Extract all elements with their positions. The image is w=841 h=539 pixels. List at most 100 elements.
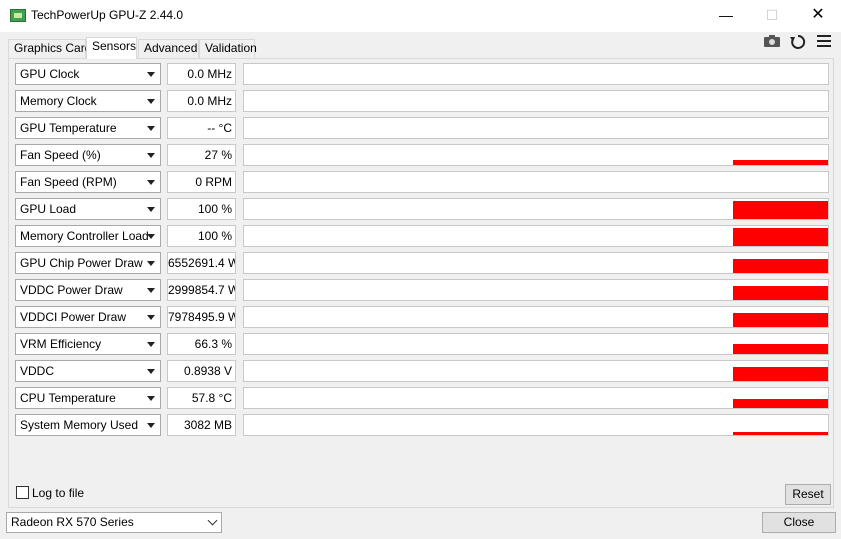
dropdown-arrow-icon (147, 180, 155, 185)
sensor-graph (243, 144, 829, 166)
sensor-value: 0.0 MHz (167, 63, 236, 85)
camera-icon[interactable] (762, 34, 782, 50)
sensor-name-dropdown[interactable]: System Memory Used (15, 414, 161, 436)
sensor-graph (243, 117, 829, 139)
sensor-value: 2999854.7 W (167, 279, 236, 301)
sensor-graph-bar (733, 201, 828, 219)
sensor-value: 6552691.4 W (167, 252, 236, 274)
dropdown-arrow-icon (147, 207, 155, 212)
sensors-panel: GPU Clock 0.0 MHz Memory Clock 0.0 MHz GPU T… (8, 58, 834, 508)
refresh-icon[interactable] (788, 34, 808, 50)
sensor-graph-bar (733, 344, 828, 354)
sensor-value: 7978495.9 W (167, 306, 236, 328)
sensor-name-dropdown[interactable]: VRM Efficiency (15, 333, 161, 355)
sensor-graph-bar (733, 399, 828, 408)
maximize-button[interactable]: ☐ (749, 0, 795, 32)
sensor-name-dropdown[interactable]: Fan Speed (RPM) (15, 171, 161, 193)
dropdown-arrow-icon (147, 261, 155, 266)
sensor-graph-bar (733, 228, 828, 246)
sensor-name-dropdown[interactable]: GPU Temperature (15, 117, 161, 139)
sensor-graph-bar (733, 259, 828, 273)
dropdown-arrow-icon (147, 126, 155, 131)
sensor-graph-bar (733, 367, 828, 381)
sensor-name: Fan Speed (RPM) (20, 175, 117, 189)
hamburger-menu-icon[interactable] (814, 34, 834, 50)
close-button[interactable]: Close (762, 512, 836, 533)
sensor-value: 66.3 % (167, 333, 236, 355)
gpu-z-app-icon (10, 9, 26, 22)
sensor-name: VDDC Power Draw (20, 283, 123, 297)
gpu-select-dropdown[interactable]: Radeon RX 570 Series (6, 512, 222, 533)
sensor-value: 100 % (167, 198, 236, 220)
sensor-graph (243, 306, 829, 328)
sensor-row: VDDCI Power Draw 7978495.9 W (15, 306, 829, 328)
sensor-graph (243, 225, 829, 247)
log-to-file-checkbox[interactable] (16, 486, 29, 499)
sensor-value: -- °C (167, 117, 236, 139)
sensor-graph (243, 414, 829, 436)
dropdown-arrow-icon (147, 315, 155, 320)
dropdown-arrow-icon (147, 369, 155, 374)
sensor-name: VRM Efficiency (20, 337, 102, 351)
sensor-graph (243, 63, 829, 85)
dropdown-arrow-icon (147, 153, 155, 158)
sensor-value: 0.8938 V (167, 360, 236, 382)
sensor-graph (243, 360, 829, 382)
reset-button[interactable]: Reset (785, 484, 831, 505)
log-to-file-label: Log to file (32, 486, 85, 500)
sensor-row: System Memory Used 3082 MB (15, 414, 829, 436)
tab-sensors[interactable]: Sensors (86, 37, 137, 59)
sensor-name: Fan Speed (%) (20, 148, 101, 162)
sensor-row: Memory Controller Load 100 % (15, 225, 829, 247)
sensor-row: Memory Clock 0.0 MHz (15, 90, 829, 112)
sensor-row: GPU Temperature -- °C (15, 117, 829, 139)
sensor-row: VDDC 0.8938 V (15, 360, 829, 382)
sensor-name: Memory Clock (20, 94, 97, 108)
sensor-row: Fan Speed (%) 27 % (15, 144, 829, 166)
dropdown-arrow-icon (147, 342, 155, 347)
dropdown-arrow-icon (147, 288, 155, 293)
title-bar: TechPowerUp GPU-Z 2.44.0 — ☐ ✕ (0, 0, 841, 32)
sensor-value: 0.0 MHz (167, 90, 236, 112)
sensor-graph (243, 279, 829, 301)
sensor-value: 0 RPM (167, 171, 236, 193)
sensor-name-dropdown[interactable]: Memory Clock (15, 90, 161, 112)
sensor-name-dropdown[interactable]: VDDC Power Draw (15, 279, 161, 301)
sensor-name-dropdown[interactable]: VDDC (15, 360, 161, 382)
tab-validation[interactable]: Validation (199, 39, 257, 58)
sensor-graph (243, 333, 829, 355)
sensor-graph-bar (733, 313, 828, 327)
chevron-down-icon (207, 515, 218, 526)
sensor-graph (243, 90, 829, 112)
window-title: TechPowerUp GPU-Z 2.44.0 (31, 8, 184, 22)
sensor-graph-bar (733, 286, 828, 300)
sensor-name: System Memory Used (20, 418, 139, 432)
tab-advanced[interactable]: Advanced (138, 39, 199, 58)
minimize-button[interactable]: — (703, 0, 749, 32)
sensor-name-dropdown[interactable]: VDDCI Power Draw (15, 306, 161, 328)
sensor-graph (243, 198, 829, 220)
dropdown-arrow-icon (147, 72, 155, 77)
sensor-graph-bar (733, 432, 828, 435)
close-window-button[interactable]: ✕ (795, 0, 841, 32)
tab-graphics-card[interactable]: Graphics Card (8, 39, 91, 58)
sensor-row: GPU Load 100 % (15, 198, 829, 220)
sensor-name-dropdown[interactable]: CPU Temperature (15, 387, 161, 409)
sensor-name-dropdown[interactable]: Fan Speed (%) (15, 144, 161, 166)
sensor-row: Fan Speed (RPM) 0 RPM (15, 171, 829, 193)
sensor-graph (243, 387, 829, 409)
sensor-row: GPU Clock 0.0 MHz (15, 63, 829, 85)
sensor-name-dropdown[interactable]: Memory Controller Load (15, 225, 161, 247)
sensor-graph-bar (733, 160, 828, 165)
sensor-name: Memory Controller Load (20, 229, 149, 243)
sensor-name-dropdown[interactable]: GPU Load (15, 198, 161, 220)
sensor-row: VDDC Power Draw 2999854.7 W (15, 279, 829, 301)
sensor-name-dropdown[interactable]: GPU Clock (15, 63, 161, 85)
sensor-name: GPU Clock (20, 67, 80, 81)
sensor-name-dropdown[interactable]: GPU Chip Power Draw (15, 252, 161, 274)
dropdown-arrow-icon (147, 234, 155, 239)
sensor-value: 57.8 °C (167, 387, 236, 409)
sensor-name: CPU Temperature (20, 391, 116, 405)
sensor-value: 100 % (167, 225, 236, 247)
dropdown-arrow-icon (147, 99, 155, 104)
